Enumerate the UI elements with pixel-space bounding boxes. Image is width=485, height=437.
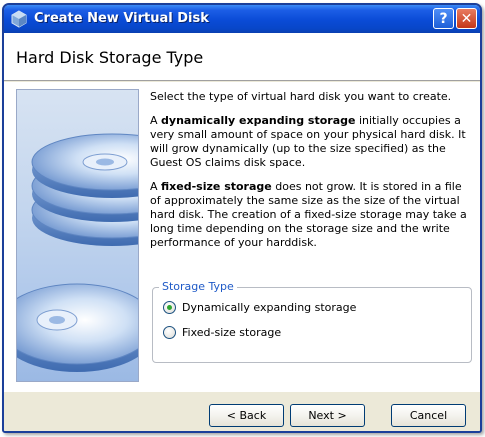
close-icon: ✕ [460,10,473,27]
title-bar[interactable]: Create New Virtual Disk ? ✕ [4,5,480,33]
intro-paragraph: Select the type of virtual hard disk you… [150,90,452,103]
radio-dynamic-label[interactable]: Dynamically expanding storage [182,301,356,314]
dynamic-prefix: A [150,114,162,127]
fixed-bold-term: fixed-size storage [161,180,272,193]
fixed-prefix: A [150,180,162,193]
dynamic-paragraph: A dynamically expanding storage initiall… [150,114,470,170]
help-button[interactable]: ? [433,8,454,29]
storage-type-legend: Storage Type [159,280,237,293]
virtualbox-cube-icon [11,10,27,28]
next-button[interactable]: Next > [290,404,365,427]
window-title: Create New Virtual Disk [34,11,209,26]
fixed-paragraph: A fixed-size storage does not grow. It i… [150,180,470,250]
dynamic-bold-term: dynamically expanding storage [161,114,356,127]
radio-dynamic-storage[interactable]: Dynamically expanding storage [163,301,356,314]
close-button[interactable]: ✕ [456,8,477,29]
radio-fixed-storage[interactable]: Fixed-size storage [163,326,281,339]
radio-dot-icon [167,305,172,310]
radio-button-selected[interactable] [163,301,176,314]
cancel-button[interactable]: Cancel [391,404,466,427]
button-bar: < Back Next > Cancel [4,391,480,431]
back-button[interactable]: < Back [209,404,284,427]
wizard-content: Select the type of virtual hard disk you… [4,82,480,391]
wizard-header: Hard Disk Storage Type [4,33,480,81]
description-text: Select the type of virtual hard disk you… [150,90,470,260]
radio-fixed-label[interactable]: Fixed-size storage [182,326,281,339]
dialog-window: Create New Virtual Disk ? ✕ Hard Disk St… [2,3,482,433]
page-title: Hard Disk Storage Type [16,48,204,67]
storage-type-group: Storage Type Dynamically expanding stora… [152,280,472,363]
radio-button-unselected[interactable] [163,326,176,339]
hard-disk-illustration [16,89,139,382]
disk-stack-icon [17,133,138,372]
help-icon: ? [439,10,448,27]
